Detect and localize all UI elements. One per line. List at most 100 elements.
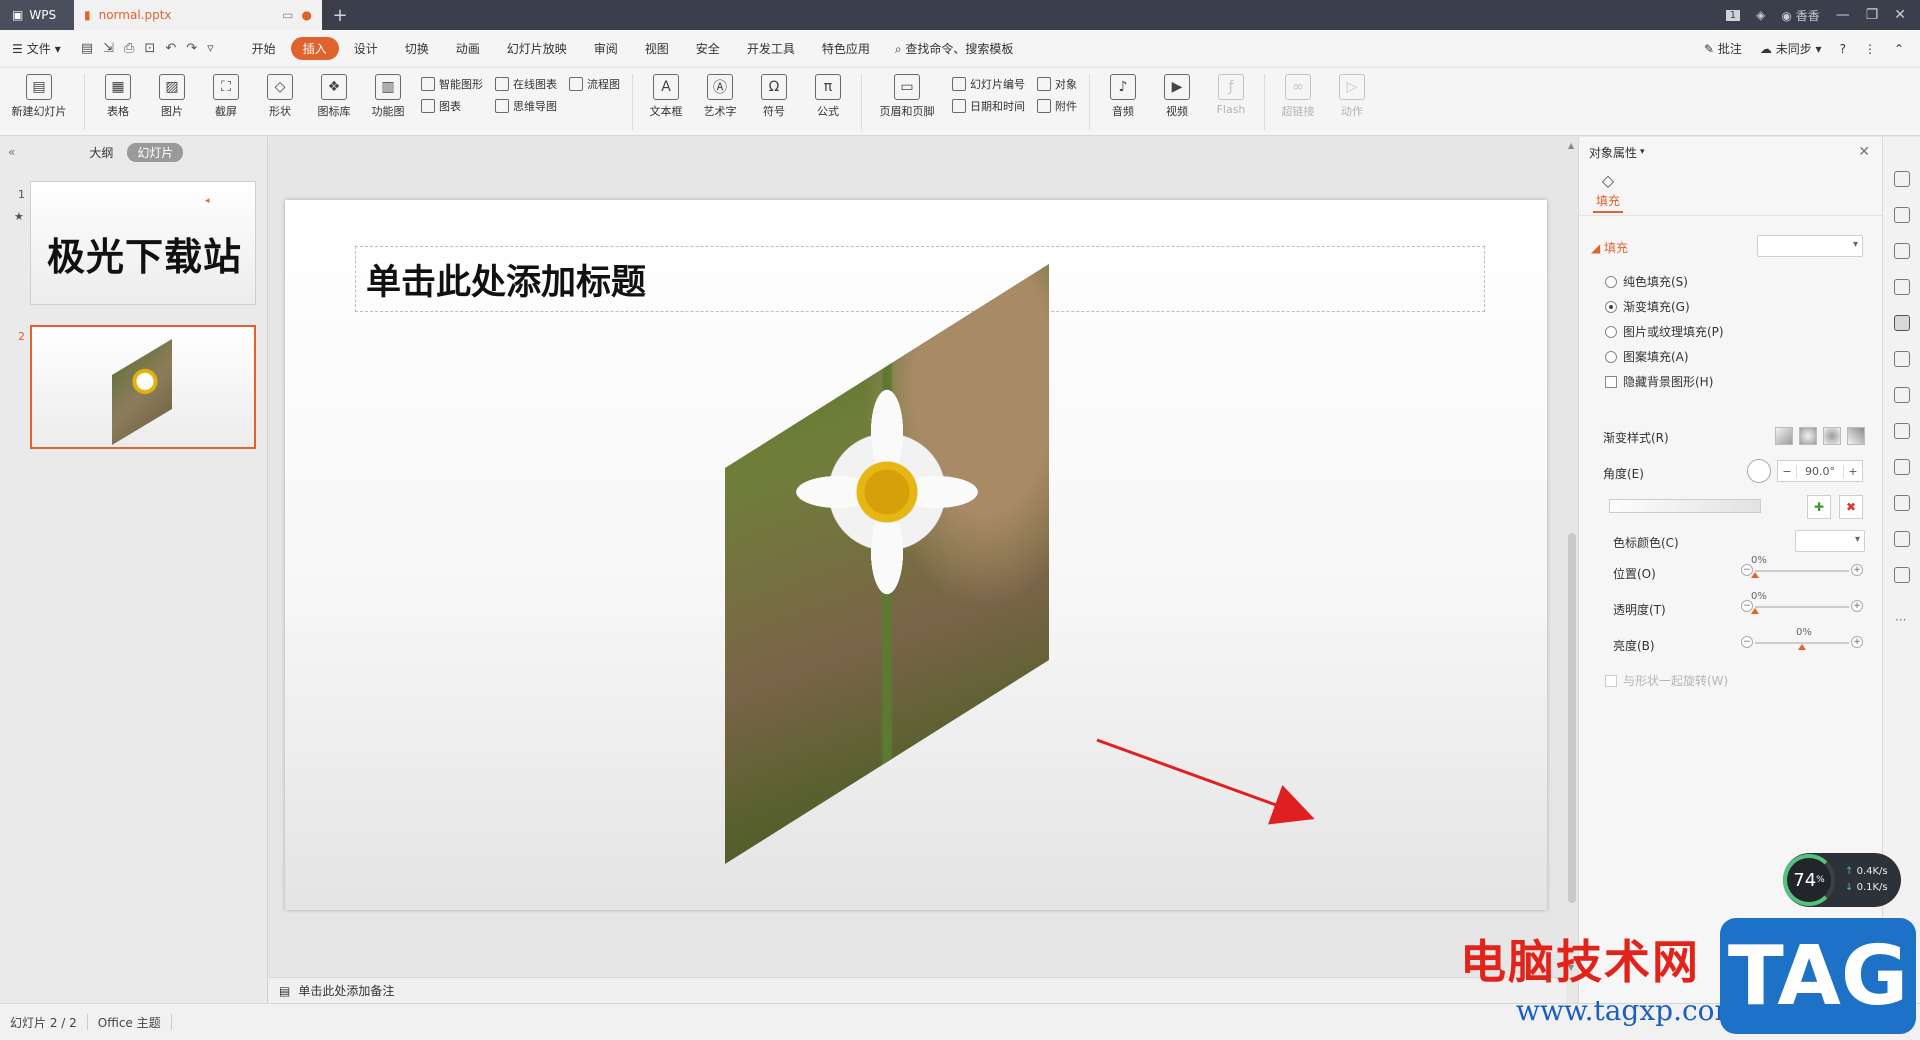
angle-stepper[interactable]: − 90.0° +	[1777, 460, 1863, 482]
gradient-style-path[interactable]	[1847, 427, 1865, 445]
history-icon[interactable]	[1894, 531, 1910, 547]
formula-button[interactable]: π 公式	[803, 74, 853, 119]
fill-style-icon[interactable]	[1894, 279, 1910, 295]
properties-icon[interactable]	[1894, 315, 1910, 331]
close-panel-icon[interactable]: ✕	[1858, 144, 1870, 160]
more-dots-icon[interactable]: ···	[1895, 613, 1906, 627]
picture-fill-option[interactable]: 图片或纹理填充(P)	[1605, 323, 1724, 340]
brightness-slider[interactable]: − 0% +	[1741, 627, 1863, 651]
transparency-knob[interactable]	[1751, 608, 1759, 614]
datetime-button[interactable]: 日期和时间	[952, 98, 1025, 114]
stop-color-dropdown[interactable]	[1795, 530, 1865, 552]
angle-decrement-button[interactable]: −	[1778, 465, 1796, 478]
animation-icon[interactable]	[1894, 495, 1910, 511]
help-button[interactable]: ?	[1840, 42, 1846, 56]
wps-home-tab[interactable]: ▣ WPS	[0, 0, 74, 30]
smart-shape-button[interactable]: 智能图形	[421, 76, 483, 92]
gradient-style-rect[interactable]	[1823, 427, 1841, 445]
transparency-plus-icon[interactable]: +	[1851, 600, 1863, 612]
object-button[interactable]: 对象	[1037, 76, 1077, 92]
tab-outline[interactable]: 大纲	[89, 144, 113, 161]
export-icon[interactable]: ⇲	[103, 41, 114, 56]
command-search[interactable]: ⌕ 查找命令、搜索模板	[885, 40, 1024, 57]
fill-section-title[interactable]: ◢ 填充	[1591, 239, 1628, 256]
screenshot-button[interactable]: ⛶ 截屏	[201, 74, 251, 119]
radio-picture[interactable]	[1605, 325, 1617, 338]
notes-bar[interactable]: ▤ 单击此处添加备注	[269, 977, 1566, 1003]
transparency-slider[interactable]: − 0% +	[1741, 591, 1863, 615]
fill-color-dropdown[interactable]	[1757, 235, 1863, 257]
editor-vertical-scrollbar[interactable]: ▲ ▼	[1566, 137, 1578, 977]
header-footer-button[interactable]: ▭ 页眉和页脚	[870, 74, 944, 119]
picture-button[interactable]: ▨ 图片	[147, 74, 197, 119]
print-preview-icon[interactable]: ⊡	[144, 41, 155, 56]
print-icon[interactable]: ⎙	[124, 41, 134, 56]
pattern-fill-option[interactable]: 图案填充(A)	[1605, 348, 1689, 365]
symbol-button[interactable]: Ω 符号	[749, 74, 799, 119]
menu-tab-8[interactable]: 安全	[684, 37, 732, 60]
slide-thumbnail-1[interactable]: ◂ 极光下载站	[30, 181, 256, 305]
scroll-up-icon[interactable]: ▲	[1568, 141, 1574, 150]
scrollbar-thumb[interactable]	[1568, 533, 1576, 903]
new-slide-button[interactable]: ▤ 新建幻灯片	[2, 74, 76, 119]
star-icon[interactable]	[1894, 171, 1910, 187]
annotate-button[interactable]: ✎ 批注	[1704, 40, 1742, 57]
tab-slides[interactable]: 幻灯片	[127, 142, 184, 162]
flowchart-button[interactable]: 流程图	[569, 76, 620, 92]
redo-icon[interactable]: ↷	[186, 41, 197, 56]
art-text-button[interactable]: Ⓐ 艺术字	[695, 74, 745, 119]
angle-dial[interactable]	[1747, 459, 1771, 483]
gallery-icon[interactable]	[1894, 351, 1910, 367]
menu-tab-6[interactable]: 审阅	[582, 37, 630, 60]
menu-tab-4[interactable]: 动画	[444, 37, 492, 60]
add-stop-button[interactable]: ✚	[1807, 495, 1831, 519]
menu-tab-2[interactable]: 设计	[342, 37, 390, 60]
video-button[interactable]: ▶ 视频	[1152, 74, 1202, 119]
hide-background-checkbox[interactable]	[1605, 375, 1617, 388]
copy-icon[interactable]	[1894, 207, 1910, 223]
menu-tab-3[interactable]: 切换	[393, 37, 441, 60]
new-tab-button[interactable]: +	[322, 5, 358, 26]
table-button[interactable]: ▦ 表格	[93, 74, 143, 119]
brightness-knob[interactable]	[1798, 644, 1806, 650]
slide-number-button[interactable]: 幻灯片编号	[952, 76, 1025, 92]
brightness-plus-icon[interactable]: +	[1851, 636, 1863, 648]
radio-gradient[interactable]	[1605, 300, 1617, 313]
remove-stop-button[interactable]: ✖	[1839, 495, 1863, 519]
slide-canvas[interactable]: 单击此处添加标题	[285, 200, 1547, 910]
function-chart-button[interactable]: ▥ 功能图	[363, 74, 413, 119]
undo-icon[interactable]: ↶	[165, 41, 176, 56]
document-tab[interactable]: ▮ normal.pptx ▭ ●	[74, 0, 322, 30]
close-window-button[interactable]: ✕	[1894, 7, 1906, 23]
image-icon[interactable]	[1894, 423, 1910, 439]
position-plus-icon[interactable]: +	[1851, 564, 1863, 576]
textbox-button[interactable]: A 文本框	[641, 74, 691, 119]
shape-button[interactable]: ◇ 形状	[255, 74, 305, 119]
online-chart-button[interactable]: 在线图表	[495, 76, 557, 92]
position-knob[interactable]	[1751, 572, 1759, 578]
customize-icon[interactable]: ▿	[207, 41, 214, 56]
mind-map-button[interactable]: 思维导图	[495, 98, 557, 114]
collapse-ribbon-icon[interactable]: ⌃	[1894, 42, 1904, 56]
gradient-style-linear[interactable]	[1775, 427, 1793, 445]
minimize-button[interactable]: —	[1836, 7, 1850, 23]
menu-tab-10[interactable]: 特色应用	[810, 37, 882, 60]
attachment-button[interactable]: 附件	[1037, 98, 1077, 114]
tab-fill[interactable]: ◇ 填充	[1593, 171, 1623, 213]
position-slider[interactable]: − 0% +	[1741, 555, 1863, 579]
sound-icon[interactable]	[1894, 459, 1910, 475]
help-circle-icon[interactable]	[1894, 567, 1910, 583]
menu-tab-9[interactable]: 开发工具	[735, 37, 807, 60]
angle-increment-button[interactable]: +	[1844, 465, 1862, 478]
gradient-fill-option[interactable]: 渐变填充(G)	[1605, 298, 1690, 315]
chart-button[interactable]: 图表	[421, 98, 483, 114]
more-icon[interactable]: ⋮	[1864, 42, 1876, 56]
network-speed-widget[interactable]: 74% ↑ 0.4K/s ↓ 0.1K/s	[1783, 853, 1901, 907]
file-menu[interactable]: ☰ 文件 ▾	[0, 40, 73, 57]
save-icon[interactable]: ▤	[81, 41, 93, 56]
solid-fill-option[interactable]: 纯色填充(S)	[1605, 273, 1688, 290]
theme-name[interactable]: Office 主题	[88, 1014, 171, 1031]
slide-thumbnail-2[interactable]	[30, 325, 256, 449]
archive-icon[interactable]	[1894, 387, 1910, 403]
properties-title[interactable]: 对象属性	[1589, 144, 1637, 161]
